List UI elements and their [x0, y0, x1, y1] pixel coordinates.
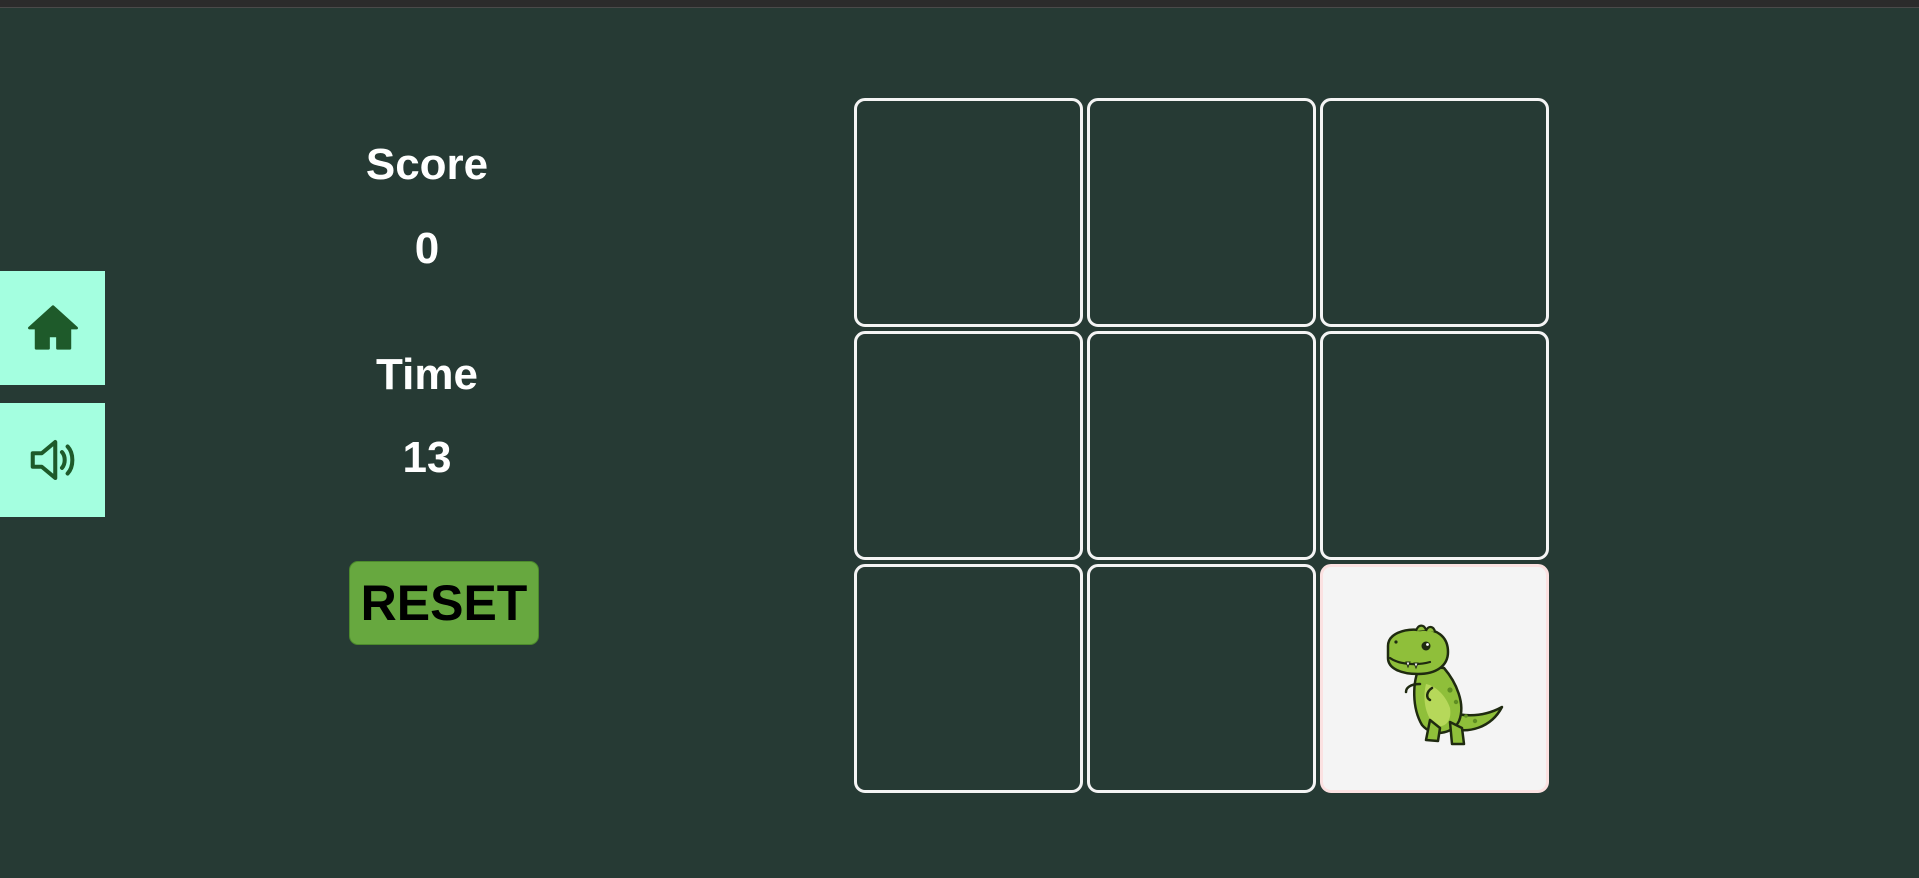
- board-cell-8[interactable]: [1087, 564, 1316, 793]
- time-value: 13: [402, 433, 452, 482]
- board-cell-5[interactable]: [1087, 331, 1316, 560]
- speaker-icon: [30, 439, 74, 481]
- board-cell-4[interactable]: [854, 331, 1083, 560]
- browser-top-bar: [0, 0, 1919, 8]
- score-value: 0: [414, 224, 440, 273]
- time-label: Time: [376, 350, 478, 399]
- board-cell-2[interactable]: [1087, 98, 1316, 327]
- board-cell-1[interactable]: [854, 98, 1083, 327]
- dinosaur-icon: [1386, 624, 1503, 745]
- game-board: [854, 98, 1555, 799]
- board-cell-6[interactable]: [1320, 331, 1549, 560]
- home-icon: [27, 305, 78, 350]
- score-label: Score: [365, 140, 489, 189]
- board-cell-9[interactable]: [1320, 564, 1549, 793]
- home-button[interactable]: [0, 271, 105, 385]
- board-cell-7[interactable]: [854, 564, 1083, 793]
- reset-button[interactable]: RESET: [349, 561, 539, 645]
- board-cell-3[interactable]: [1320, 98, 1549, 327]
- sound-toggle-button[interactable]: [0, 403, 105, 517]
